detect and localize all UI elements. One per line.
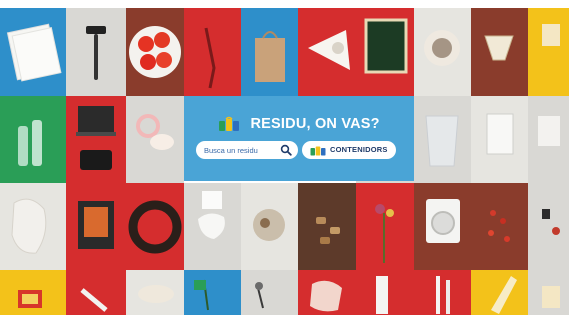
tile-small-objects (528, 183, 569, 270)
tile-empty-packaging (471, 96, 528, 183)
tile-pizza-box (298, 8, 356, 96)
tile-crumpled-paper (298, 270, 356, 315)
tile-plastic-bags (414, 96, 471, 183)
tile-coffee-filter (471, 8, 528, 96)
tile-paper-bag (241, 8, 298, 96)
tile-pacifier (126, 96, 184, 183)
tile-glass-bottles (0, 96, 66, 183)
tile-paper-tissue (184, 183, 241, 270)
tile-food-crumbs (241, 183, 298, 270)
search-icon[interactable] (280, 144, 292, 156)
tile-laptop (66, 96, 126, 183)
hero-panel: RESIDU, ON VAS? CONTENIDORS (184, 96, 414, 181)
hero-title-text: RESIDU, ON VAS? (250, 116, 380, 133)
tile-grey-partial (528, 96, 569, 183)
tile-paper-roll (356, 270, 414, 315)
tile-pencil-sticks (414, 270, 471, 315)
tile-white-pipe (66, 270, 126, 315)
tile-crumpled-plastic (0, 183, 66, 270)
tile-red-berries (471, 183, 528, 270)
tile-tomatoes-plate (126, 8, 184, 96)
containers-label: CONTENIDORS (330, 145, 388, 154)
tile-ashtray-plate (414, 8, 471, 96)
tile-yellow-partial (528, 270, 569, 315)
tile-dried-flowers (356, 183, 414, 270)
tile-plant-stems (184, 270, 241, 315)
tile-plastic-bottle (471, 270, 528, 315)
tile-bike-tyre (126, 183, 184, 270)
hero-title: RESIDU, ON VAS? (184, 116, 414, 132)
tile-bottle-corks (298, 183, 356, 270)
tile-drinking-straw (184, 8, 241, 96)
tile-washing-machine (414, 183, 471, 270)
tile-hanging-clip (241, 270, 298, 315)
recycling-bins-icon (310, 146, 326, 156)
tile-yellow-partial (528, 8, 569, 96)
search-input[interactable] (204, 141, 282, 159)
tile-photo-frame (66, 183, 126, 270)
tile-paper-sheets (0, 8, 66, 96)
containers-button[interactable]: CONTENIDORS (302, 141, 396, 159)
recycling-bins-icon (219, 116, 240, 132)
search-box[interactable] (196, 141, 298, 159)
tile-picture-frame (356, 8, 414, 96)
tile-ceramic-bowl (126, 270, 184, 315)
tile-razor (66, 8, 126, 96)
tile-yellow-box (0, 270, 66, 315)
